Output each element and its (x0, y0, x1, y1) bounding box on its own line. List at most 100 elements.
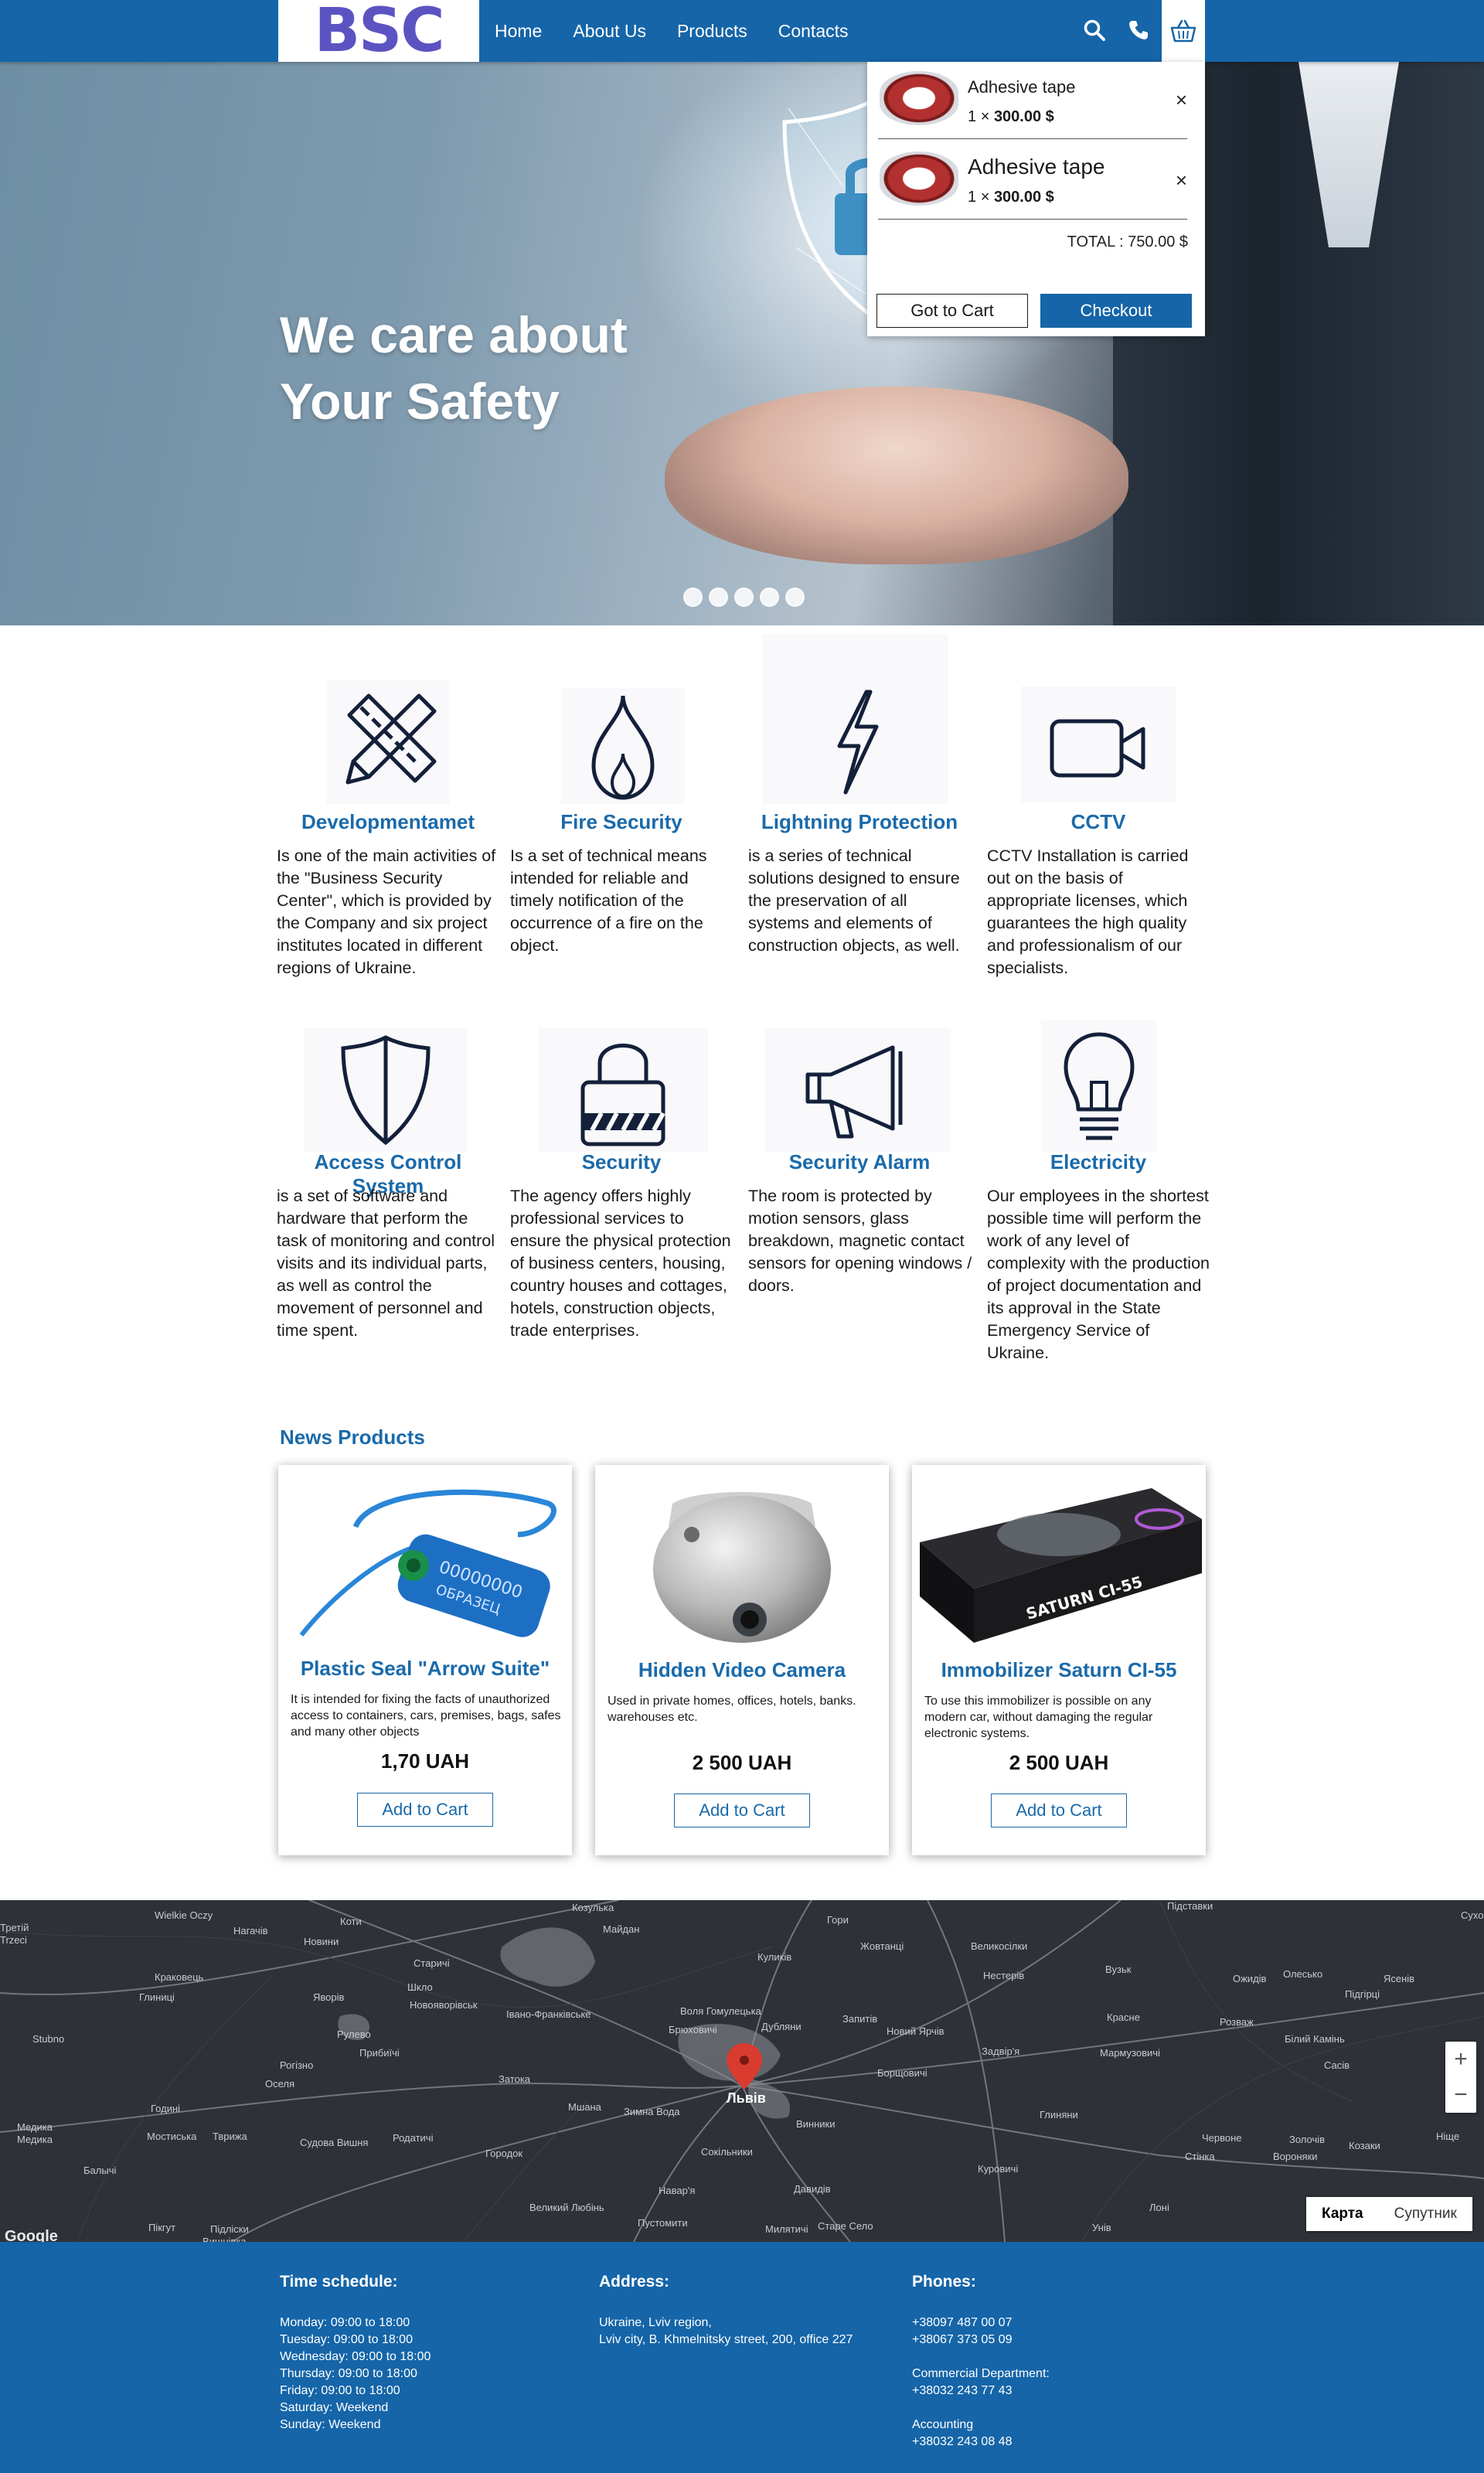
checkout-button[interactable]: Checkout (1040, 294, 1192, 328)
product-title[interactable]: Immobilizer Saturn CI-55 (912, 1658, 1206, 1682)
cart-item-qty: 1 × 300.00 $ (968, 108, 1054, 125)
flame-icon (561, 688, 685, 804)
product-card: SATURN CI-55 Immobilizer Saturn CI-55 To… (912, 1465, 1206, 1855)
slider-dot[interactable] (785, 588, 805, 607)
map-label: Глиняни (1040, 2109, 1078, 2120)
map-label: Нагачів (233, 1925, 268, 1937)
slider-dot[interactable] (760, 588, 779, 607)
phone-link[interactable]: +38097 487 00 07 (912, 2315, 1050, 2332)
map-label: Воля Гомулецька (680, 2005, 761, 2017)
service-text: Is a set of technical means intended for… (510, 846, 707, 955)
phone-icon[interactable] (1121, 12, 1156, 48)
schedule-line: Friday: 09:00 to 18:00 (280, 2384, 400, 2397)
map-label: Козулька (572, 1902, 614, 1913)
nav-products[interactable]: Products (677, 21, 747, 42)
service-text: is a set of software and hardware that p… (277, 1187, 495, 1340)
lightbulb-icon (1041, 1020, 1157, 1152)
map-label: Новий Ярчів (887, 2025, 945, 2037)
remove-item-icon[interactable]: × (1176, 88, 1187, 112)
cart-item: Adhesive tape 1 × 300.00 $ × (878, 62, 1187, 139)
nav-home[interactable]: Home (495, 21, 542, 42)
map-label: Великий Любінь (529, 2202, 604, 2213)
map-label: Городок (485, 2148, 523, 2159)
address-line: Lviv city, B. Khmelnitsky street, 200, o… (599, 2333, 853, 2346)
service-text: is a series of technical solutions desig… (748, 846, 960, 955)
basket-icon (1170, 19, 1196, 43)
service-text: CCTV Installation is carried out on the … (987, 846, 1189, 977)
phone-link[interactable]: +38067 373 05 09 (912, 2332, 1050, 2349)
map-label: Навар'я (659, 2185, 696, 2196)
ruler-pencil-icon (326, 680, 450, 804)
product-description: It is intended for fixing the facts of u… (291, 1693, 561, 1739)
schedule-line: Thursday: 09:00 to 18:00 (280, 2367, 417, 2380)
product-title[interactable]: Hidden Video Camera (595, 1658, 889, 1682)
map-label: Білий Камінь (1285, 2033, 1345, 2045)
main-nav: Home About Us Products Contacts (479, 0, 864, 62)
map-label: Жовтанці (860, 1940, 904, 1952)
footer: Time schedule: Monday: 09:00 to 18:00 Tu… (0, 2242, 1484, 2473)
slider-dot[interactable] (709, 588, 728, 607)
nav-contacts[interactable]: Contacts (778, 21, 849, 42)
lightning-icon (762, 634, 948, 804)
add-to-cart-button[interactable]: Add to Cart (674, 1793, 810, 1827)
map-type-map[interactable]: Карта (1306, 2197, 1379, 2231)
product-card: Hidden Video Camera Used in private home… (595, 1465, 889, 1855)
search-icon[interactable] (1077, 12, 1112, 48)
phone-link[interactable]: +38032 243 77 43 (912, 2383, 1050, 2400)
address-title: Address: (599, 2273, 670, 2291)
map-label: Олесько (1283, 1968, 1323, 1980)
remove-item-icon[interactable]: × (1176, 169, 1187, 192)
slider-dot[interactable] (734, 588, 754, 607)
map-label: Яворів (313, 1991, 345, 2003)
hero-title-line1: We care about (280, 306, 628, 363)
cart-dropdown: Adhesive tape 1 × 300.00 $ × Adhesive ta… (867, 62, 1205, 336)
phone-link[interactable]: +38032 243 08 48 (912, 2434, 1050, 2451)
map-label: Новини (304, 1936, 339, 1947)
add-to-cart-button[interactable]: Add to Cart (357, 1793, 493, 1827)
zoom-out-button[interactable]: − (1445, 2077, 1476, 2113)
map-label: Краковець (155, 1971, 204, 1983)
map-label: Третій (0, 1922, 29, 1933)
map-label: Пустомити (638, 2217, 688, 2229)
zoom-in-button[interactable]: + (1445, 2042, 1476, 2077)
map-label: Глиниці (139, 1991, 175, 2003)
slider-dot[interactable] (683, 588, 703, 607)
map-label: Милятичі (765, 2223, 808, 2235)
cart-button[interactable] (1162, 0, 1205, 62)
go-to-cart-button[interactable]: Got to Cart (876, 294, 1028, 328)
map-label: Wielkie Oczy (155, 1909, 213, 1921)
schedule-list: Monday: 09:00 to 18:00 Tuesday: 09:00 to… (280, 2315, 431, 2434)
shield-icon (305, 1028, 467, 1152)
location-map[interactable]: Wielkie Oczy Нагачів Коти Козулька Майда… (0, 1900, 1484, 2242)
map-type-satellite[interactable]: Супутник (1379, 2197, 1472, 2231)
map-label: Пікгут (148, 2222, 176, 2233)
map-label: Івано-Франківське (506, 2008, 591, 2020)
schedule-line: Wednesday: 09:00 to 18:00 (280, 2350, 431, 2363)
map-label: Гори (827, 1914, 849, 1926)
phones-title: Phones: (912, 2273, 976, 2291)
map-label: Зимна Вода (624, 2106, 680, 2117)
commercial-title: Commercial Department: (912, 2367, 1050, 2380)
map-label: Куровичі (978, 2163, 1019, 2175)
add-to-cart-button[interactable]: Add to Cart (991, 1793, 1127, 1827)
map-label: Борщовичі (877, 2067, 928, 2079)
map-label: Майдан (603, 1923, 640, 1935)
cart-item-name[interactable]: Adhesive tape (968, 155, 1104, 179)
logo[interactable]: BSC (278, 0, 479, 62)
map-label: Розваж (1220, 2016, 1254, 2028)
phones-list: +38097 487 00 07 +38067 373 05 09 Commer… (912, 2315, 1050, 2451)
cart-item-name[interactable]: Adhesive tape (968, 77, 1075, 97)
schedule-title: Time schedule: (280, 2273, 398, 2291)
nav-about-us[interactable]: About Us (573, 21, 646, 42)
map-label: Старе Село (818, 2220, 873, 2232)
map-label: Унів (1092, 2222, 1111, 2233)
map-label: Куликів (757, 1951, 792, 1963)
product-title[interactable]: Plastic Seal "Arrow Suite" (278, 1657, 572, 1681)
padlock-icon (538, 1028, 708, 1152)
accounting-title: Accounting (912, 2418, 974, 2431)
service-title: Security (581, 1150, 662, 1173)
service-title: Developmentamet (301, 810, 475, 833)
map-label: Медика (17, 2121, 53, 2133)
hero-slider: We care about Your Safety (0, 62, 1484, 625)
map-label: Затока (499, 2073, 531, 2085)
